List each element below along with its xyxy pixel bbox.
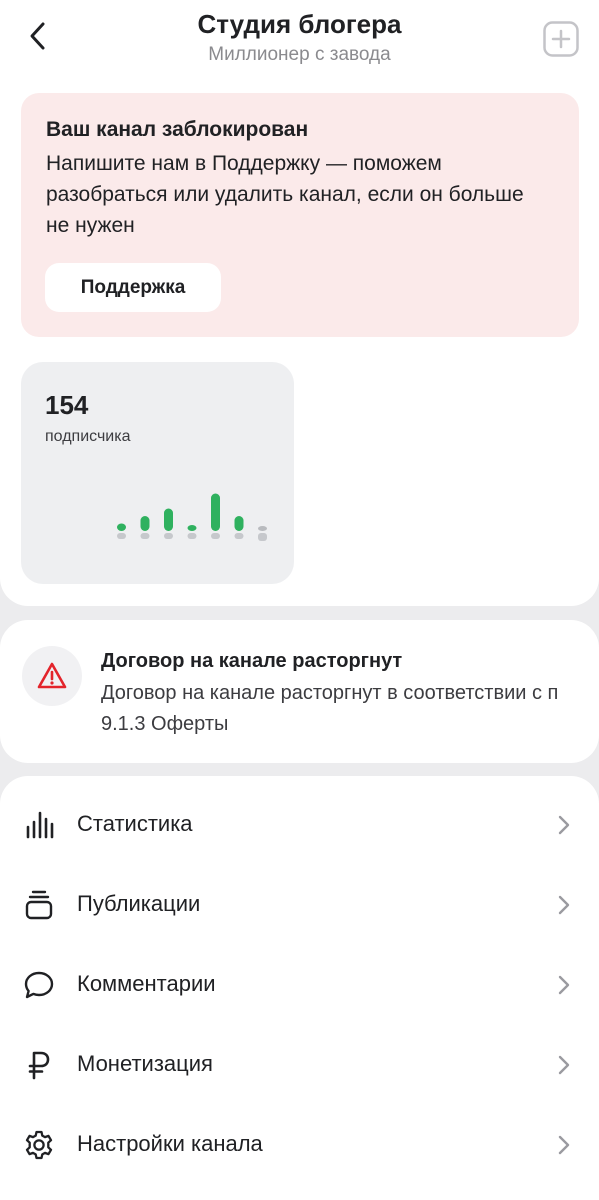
chevron-right-icon xyxy=(552,972,576,998)
chevron-right-icon xyxy=(552,1132,576,1158)
plus-square-icon xyxy=(543,21,579,57)
menu-item-monetization[interactable]: Монетизация xyxy=(0,1034,599,1094)
trend-bar-shadow xyxy=(140,533,150,539)
page-title: Студия блогера xyxy=(197,9,402,39)
menu-label: Комментарии xyxy=(77,971,216,996)
warning-badge xyxy=(22,646,82,706)
menu-item-comments[interactable]: Комментарии xyxy=(0,954,599,1014)
warning-triangle-icon xyxy=(37,662,67,689)
menu-item-channel-settings[interactable]: Настройки канала xyxy=(0,1114,599,1174)
channel-menu: Статистика Публикации Комментарии Монети… xyxy=(0,776,599,1200)
trend-bar-shadow xyxy=(258,533,267,541)
trend-bar-shadow xyxy=(187,533,197,539)
menu-label: Монетизация xyxy=(77,1051,213,1076)
support-button[interactable]: Поддержка xyxy=(45,263,221,312)
trend-bar xyxy=(140,516,150,531)
trend-bar-shadow xyxy=(211,533,220,539)
menu-label: Настройки канала xyxy=(77,1131,263,1156)
page-subtitle: Миллионер с завода xyxy=(208,44,391,65)
subscribers-card[interactable]: 154 подписчика xyxy=(21,362,294,584)
alert-text: Напишите нам в Поддержку — поможем разоб… xyxy=(46,152,524,237)
menu-item-publications[interactable]: Публикации xyxy=(0,874,599,934)
contract-notice: Договор на канале расторгнут Договор на … xyxy=(0,620,599,763)
app-header: Студия блогера Миллионер с завода xyxy=(0,0,599,80)
menu-item-statistics[interactable]: Статистика xyxy=(0,794,599,854)
subscribers-mini-chart xyxy=(117,493,267,541)
subscriber-label: подписчика xyxy=(45,428,131,445)
subscriber-count: 154 xyxy=(45,390,89,420)
top-panel: Студия блогера Миллионер с завода Ваш ка… xyxy=(0,0,599,606)
trend-bar xyxy=(211,493,220,531)
menu-label: Статистика xyxy=(77,811,193,836)
trend-bar xyxy=(164,508,173,531)
chevron-right-icon xyxy=(552,892,576,918)
trend-bar-shadow xyxy=(117,533,126,539)
publications-icon xyxy=(22,888,56,922)
comment-icon xyxy=(22,968,56,1002)
notice-text: Договор на канале расторгнут в соответст… xyxy=(101,682,559,735)
trend-bar-shadow xyxy=(164,533,173,539)
trend-bar xyxy=(117,523,126,531)
ruble-icon xyxy=(22,1048,56,1082)
notice-title: Договор на канале расторгнут xyxy=(101,650,403,672)
menu-label: Публикации xyxy=(77,891,201,916)
chevron-right-icon xyxy=(552,812,576,838)
trend-bar-shadow xyxy=(234,533,244,539)
add-button[interactable] xyxy=(542,20,580,58)
blocked-alert: Ваш канал заблокирован Напишите нам в По… xyxy=(21,93,579,337)
alert-title: Ваш канал заблокирован xyxy=(46,118,309,141)
trend-bar xyxy=(187,525,197,531)
trend-bar xyxy=(234,516,244,531)
trend-bar xyxy=(258,526,267,531)
chevron-right-icon xyxy=(552,1052,576,1078)
gear-icon xyxy=(22,1128,56,1162)
bar-chart-icon xyxy=(22,808,56,842)
